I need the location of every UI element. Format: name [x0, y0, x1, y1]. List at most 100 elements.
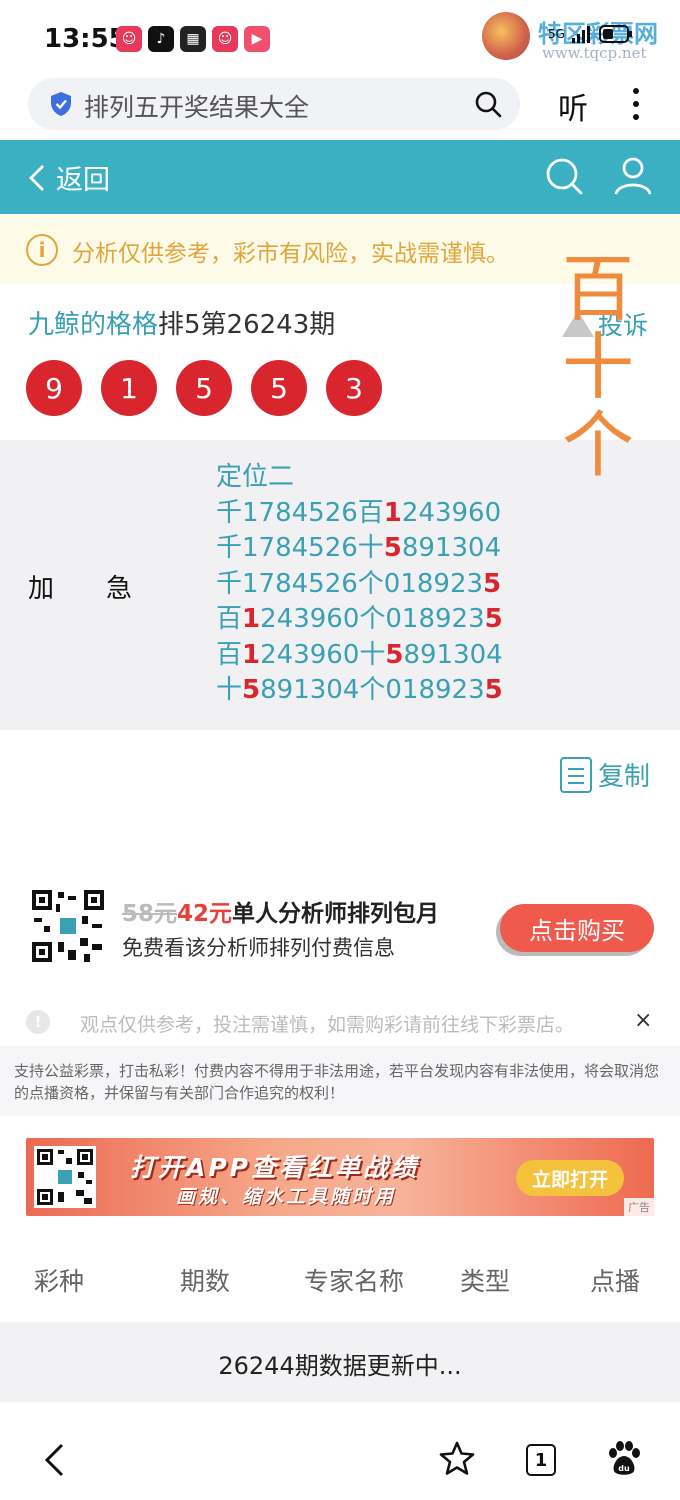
analysis-lines: 定位二千1784526百1243960 千1784526十5891304 千1784… — [216, 460, 503, 709]
banner-subtitle: 画规、缩水工具随时用 — [176, 1186, 397, 1208]
video-app-icon: ▶ — [244, 26, 270, 52]
analysis-segment: 243960个018923 — [260, 604, 485, 634]
app-banner-ad[interactable]: 打开APP查看红单战绩 画规、缩水工具随时用 立即打开 广告 — [26, 1138, 654, 1216]
draw-ball: 1 — [101, 360, 157, 416]
highlight-digit: 5 — [483, 568, 502, 599]
draw-ball: 5 — [251, 360, 307, 416]
table-row: 26244期数据更新中... — [0, 1322, 680, 1402]
battery-icon — [598, 25, 632, 43]
browser-address-row: 排列五开奖结果大全 听 — [0, 78, 680, 140]
baidu-paw-icon[interactable]: du — [606, 1440, 642, 1478]
expert-name[interactable]: 九鲸的格格 — [28, 310, 158, 340]
analysis-segment: 百 — [216, 639, 243, 670]
notice-text: 分析仅供参考，彩市有风险，实战需谨慎。 — [72, 241, 509, 267]
column-header: 彩种 — [34, 1267, 85, 1296]
open-app-button[interactable]: 立即打开 — [516, 1160, 624, 1196]
analysis-segment: 891304 — [401, 533, 502, 563]
search-icon[interactable] — [474, 90, 502, 118]
search-query: 排列五开奖结果大全 — [84, 93, 310, 122]
promo-title: 单人分析师排列包月 — [232, 901, 440, 927]
draw-ball: 5 — [176, 360, 232, 416]
close-icon[interactable]: × — [634, 1008, 652, 1033]
shield-icon — [51, 92, 71, 116]
update-status-text: 26244期数据更新中... — [218, 1352, 462, 1380]
overlay-line: 十 — [561, 325, 634, 409]
column-header: 类型 — [460, 1267, 511, 1296]
highlight-digit: 1 — [383, 497, 402, 528]
analysis-line: 千1784526个0189235 — [216, 567, 503, 603]
overlay-line: 个 — [561, 403, 634, 487]
legal-notice: 支持公益彩票，打击私彩！付费内容不得用于非法用途，若平台发现内容有非法使用，将会… — [0, 1046, 680, 1116]
highlight-digit: 5 — [484, 675, 503, 705]
highlight-digit: 5 — [242, 675, 261, 705]
handwritten-overlay: 百 十 个 — [558, 250, 638, 484]
analysis-segment: 定位二 — [216, 462, 295, 492]
svg-text:du: du — [618, 1464, 630, 1473]
analysis-line: 十5891304个0189235 — [216, 673, 503, 709]
draw-ball: 3 — [326, 360, 382, 416]
analysis-line: 百1243960个0189235 — [216, 602, 503, 638]
promo-subtitle: 免费看该分析师排列付费信息 — [122, 936, 395, 960]
copy-label: 复制 — [598, 762, 651, 792]
expert-issue: 排5第26243期 — [158, 310, 336, 340]
table-header: 彩种 期数 专家名称 类型 点播 — [0, 1240, 680, 1320]
highlight-digit: 5 — [484, 604, 503, 634]
copy-button[interactable]: 复制 — [560, 756, 650, 793]
buy-button[interactable]: 点击购买 — [500, 904, 654, 952]
draw-ball: 9 — [26, 360, 82, 416]
info-icon: i — [26, 234, 58, 266]
analysis-label: 加急 — [28, 574, 185, 604]
highlight-digit: 5 — [383, 533, 402, 563]
status-time: 13:55 — [44, 24, 127, 54]
tabs-counter-button[interactable]: 1 — [526, 1444, 556, 1476]
column-header: 期数 — [180, 1267, 231, 1296]
listen-button[interactable]: 听 — [558, 84, 588, 128]
more-menu-icon[interactable] — [626, 84, 646, 124]
status-app-icons: ☺ ♪ ▦ ☺ ▶ — [116, 26, 270, 52]
disclaimer-text: 观点仅供参考，投注需谨慎，如需购彩请前往线下彩票店。 — [80, 1014, 575, 1036]
highlight-digit: 1 — [242, 604, 261, 634]
back-label: 返回 — [56, 165, 110, 196]
watermark-url: www.tqcp.net — [542, 44, 647, 62]
ad-label: 广告 — [624, 1198, 654, 1216]
analysis-segment: 243960十 — [260, 639, 386, 670]
disclaimer-bar: ! 观点仅供参考，投注需谨慎，如需购彩请前往线下彩票店。 × — [26, 1008, 666, 1036]
browser-bottom-nav: 1 du — [0, 1410, 680, 1500]
status-bar: 13:55 ☺ ♪ ▦ ☺ ▶ 特区彩票网 www.tqcp.net 5G — [0, 0, 680, 78]
search-icon[interactable] — [544, 156, 584, 196]
back-arrow-icon[interactable] — [40, 1442, 70, 1478]
analysis-line: 千1784526百1243960 — [216, 496, 503, 532]
page-header: 返回 — [0, 140, 680, 214]
analysis-segment: 243960 — [401, 497, 502, 528]
column-header: 专家名称 — [304, 1267, 405, 1296]
expert-title: 九鲸的格格排5第26243期 — [28, 304, 335, 341]
qr-code-icon — [30, 888, 106, 964]
watermark-logo-icon — [482, 12, 530, 60]
subscription-promo: 58元42元单人分析师排列包月 免费看该分析师排列付费信息 点击购买 — [0, 880, 680, 980]
info-icon: ! — [26, 1010, 50, 1034]
overlay-line: 百 — [561, 247, 634, 331]
user-icon[interactable] — [612, 154, 654, 196]
highlight-digit: 5 — [385, 639, 404, 670]
app-notification-icon: ☺ — [116, 26, 142, 52]
analysis-segment: 891304个018923 — [260, 675, 485, 705]
signal-icon — [571, 26, 590, 43]
star-icon[interactable] — [438, 1440, 476, 1478]
qr-code-icon — [34, 1146, 96, 1208]
new-price: 42元 — [177, 901, 233, 927]
app-notification-icon: ☺ — [212, 26, 238, 52]
analysis-line: 百1243960十5891304 — [216, 638, 503, 674]
old-price: 58元 — [122, 901, 178, 927]
analysis-heading: 定位二 — [216, 460, 503, 496]
analysis-line: 千1784526十5891304 — [216, 531, 503, 567]
banner-title: 打开APP查看红单战绩 — [130, 1153, 419, 1182]
back-button[interactable]: 返回 — [28, 158, 110, 197]
analysis-segment: 千1784526个018923 — [216, 568, 484, 599]
status-indicators: 5G — [548, 24, 633, 44]
column-header: 点播 — [590, 1267, 641, 1296]
network-label: 5G — [548, 27, 565, 41]
analysis-segment: 百 — [216, 604, 243, 634]
analysis-segment: 十 — [216, 675, 243, 705]
copy-icon — [560, 756, 592, 793]
search-input[interactable]: 排列五开奖结果大全 — [28, 78, 520, 130]
